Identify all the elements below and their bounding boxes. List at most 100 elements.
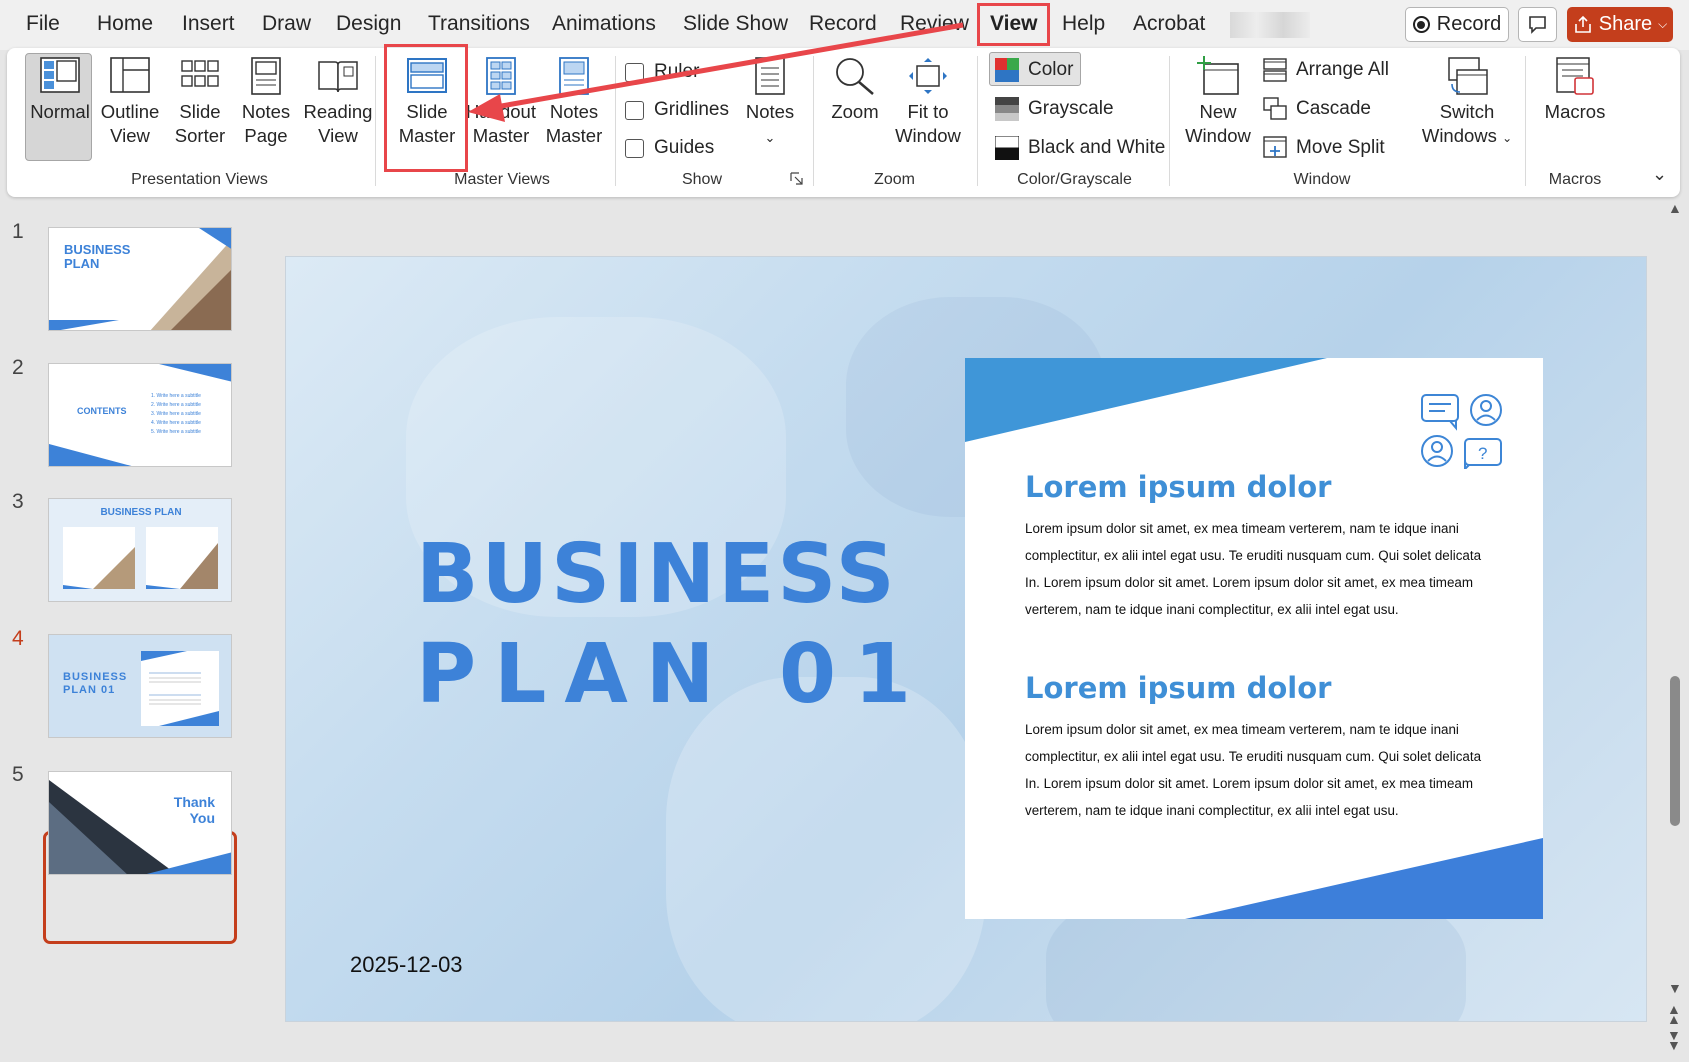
tab-home[interactable]: Home — [97, 12, 153, 36]
content-card[interactable]: ? Lorem ipsum dolor Lorem ipsum dolor si… — [965, 358, 1543, 919]
notes-master-icon — [559, 57, 589, 95]
bw-label: Black and White — [1028, 137, 1166, 158]
window-group-label: Window — [1293, 171, 1351, 188]
thumb3-title: BUSINESS PLAN — [100, 507, 182, 518]
switch-label-1: Switch — [1439, 101, 1495, 122]
slide-thumbnail-2[interactable]: CONTENTS 1. Write here a subtitle 2. Wri… — [48, 363, 232, 467]
cascade-button[interactable]: Cascade — [1263, 97, 1371, 121]
tab-insert[interactable]: Insert — [182, 12, 235, 36]
slide-thumbnail-4[interactable]: BUSINESS PLAN 01 — [48, 634, 232, 738]
record-button[interactable]: Record — [1405, 7, 1509, 42]
slide-thumbnail-5[interactable]: Thank You — [48, 771, 232, 875]
tab-file[interactable]: File — [26, 12, 60, 36]
chevron-down-icon[interactable]: ⌵ — [1658, 17, 1667, 32]
slide-thumbnail-1[interactable]: BUSINESS PLAN — [48, 227, 232, 331]
color-label: Color — [1028, 59, 1074, 80]
collapse-ribbon-chevron-icon[interactable]: ⌄ — [1652, 164, 1667, 185]
outline-view-button[interactable]: Outline View — [97, 56, 163, 148]
slide-sorter-icon — [181, 60, 219, 87]
move-split-button[interactable]: Move Split — [1263, 136, 1385, 160]
gridlines-checkbox[interactable]: Gridlines — [625, 99, 729, 121]
card-body-2[interactable]: Lorem ipsum dolor sit amet, ex mea timea… — [1025, 716, 1493, 824]
tab-acrobat[interactable]: Acrobat — [1133, 12, 1205, 36]
normal-label: Normal — [30, 101, 90, 122]
move-split-icon — [1263, 136, 1287, 158]
arrange-all-icon — [1263, 58, 1287, 82]
thumb2-item-5: 5. Write here a subtitle — [151, 429, 201, 435]
slide-date[interactable]: 2025-12-03 — [350, 952, 463, 978]
notes-page-label-2: Page — [244, 125, 288, 146]
thumb4-title-2: PLAN 01 — [63, 684, 116, 696]
macros-button[interactable]: Macros — [1535, 56, 1615, 124]
grayscale-button[interactable]: Grayscale — [995, 97, 1114, 121]
arrange-all-button[interactable]: Arrange All — [1263, 58, 1389, 82]
slide-thumbnail-3[interactable]: BUSINESS PLAN — [48, 498, 232, 602]
share-button[interactable]: Share ⌵ — [1567, 7, 1673, 42]
reading-label-1: Reading — [303, 101, 373, 122]
tab-record[interactable]: Record — [809, 12, 877, 36]
divider — [375, 56, 376, 186]
svg-text:?: ? — [1478, 444, 1487, 463]
slide-title-line-1[interactable]: BUSINESS — [416, 527, 898, 622]
thumb1-title-1: BUSINESS — [64, 242, 131, 257]
scrollbar-thumb[interactable] — [1670, 676, 1680, 826]
normal-view-button[interactable]: Normal — [27, 56, 93, 124]
tab-transitions[interactable]: Transitions — [428, 12, 530, 36]
scroll-up-arrow-icon[interactable]: ▲ — [1668, 200, 1682, 216]
next-slide-icon[interactable]: ▼ ▼ — [1667, 1028, 1681, 1052]
vertical-scrollbar[interactable]: ▲ ▼ ▲ ▲ ▼ ▼ — [1664, 200, 1689, 1062]
notes-master-button[interactable]: Notes Master — [540, 56, 608, 148]
comments-button[interactable] — [1518, 7, 1557, 42]
thumb4-card — [141, 651, 219, 726]
ruler-checkbox[interactable]: Ruler — [625, 61, 699, 83]
card-body-1[interactable]: Lorem ipsum dolor sit amet, ex mea timea… — [1025, 515, 1493, 623]
thumb3-card-left — [63, 527, 135, 589]
ruler-label: Ruler — [654, 61, 700, 82]
handout-master-icon — [486, 57, 516, 95]
black-and-white-button[interactable]: Black and White — [995, 136, 1165, 160]
reading-view-button[interactable]: Reading View — [301, 56, 375, 148]
thumb2-contents: CONTENTS — [77, 406, 127, 416]
new-window-button[interactable]: New Window — [1183, 56, 1253, 148]
thumb3-card-right — [146, 527, 218, 589]
slide-master-highlight — [384, 44, 468, 172]
slide-number-4: 4 — [12, 627, 24, 650]
zoom-group-label: Zoom — [874, 171, 915, 188]
fit-to-window-button[interactable]: Fit to Window — [891, 56, 965, 148]
guides-checkbox[interactable]: Guides — [625, 137, 714, 159]
previous-slide-icon[interactable]: ▲ ▲ — [1667, 1002, 1681, 1026]
slide-title-line-2[interactable]: PLAN 01 — [416, 627, 929, 722]
gridlines-check[interactable] — [625, 100, 644, 120]
switch-windows-button[interactable]: Switch Windows ⌄ — [1417, 56, 1517, 150]
switch-windows-icon — [1448, 57, 1488, 95]
handout-master-button[interactable]: Handout Master — [462, 56, 540, 148]
slide-thumbnail-panel: 1 2 3 4 5 BUSINESS PLAN CONTENTS 1. Writ… — [0, 200, 255, 1062]
notes-button[interactable]: Notes ⌄ — [737, 56, 803, 150]
slide-canvas[interactable]: BUSINESS PLAN 01 2025-12-03 ? Lorem ipsu… — [285, 256, 1647, 1022]
tab-draw[interactable]: Draw — [262, 12, 311, 36]
scroll-down-arrow-icon[interactable]: ▼ — [1668, 980, 1682, 996]
card-heading-2[interactable]: Lorem ipsum dolor — [1025, 671, 1331, 705]
tab-animations[interactable]: Animations — [552, 12, 656, 36]
ruler-check[interactable] — [625, 62, 644, 82]
show-dialog-launcher-icon[interactable] — [790, 172, 804, 186]
zoom-button[interactable]: Zoom — [822, 56, 888, 124]
tab-review[interactable]: Review — [900, 12, 969, 36]
chat-support-icon: ? — [1421, 394, 1502, 469]
menu-bar: File Home Insert Draw Design Transitions… — [0, 0, 1689, 50]
guides-label: Guides — [654, 137, 715, 158]
color-button[interactable]: Color — [995, 58, 1073, 82]
thumb1-title-2: PLAN — [64, 256, 100, 271]
thumb4-title-1: BUSINESS — [63, 671, 128, 683]
card-heading-1[interactable]: Lorem ipsum dolor — [1025, 470, 1331, 504]
tab-help[interactable]: Help — [1062, 12, 1105, 36]
notes-label: Notes — [745, 101, 795, 122]
tab-slide-show[interactable]: Slide Show — [683, 12, 788, 36]
view-tab-highlight — [977, 3, 1050, 46]
notes-page-button[interactable]: Notes Page — [233, 56, 299, 148]
reading-view-icon — [318, 61, 358, 93]
tab-design[interactable]: Design — [336, 12, 401, 36]
slide-sorter-button[interactable]: Slide Sorter — [167, 56, 233, 148]
thumb5-title-1: Thank — [173, 794, 215, 810]
guides-check[interactable] — [625, 138, 644, 158]
